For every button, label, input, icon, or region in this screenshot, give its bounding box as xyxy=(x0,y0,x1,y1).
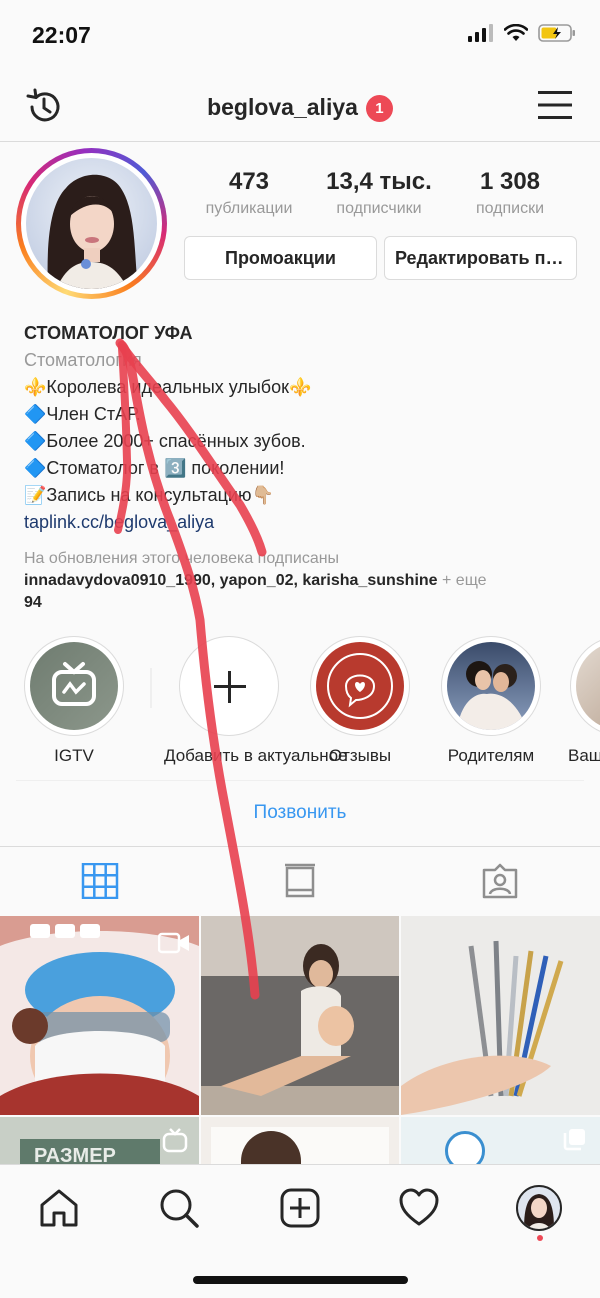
profile-tabs xyxy=(0,846,600,914)
igtv-post-icon xyxy=(162,1128,188,1153)
bio-line: ⚜️Королева идеальных улыбок⚜️ xyxy=(24,377,312,397)
bio-link[interactable]: taplink.cc/beglova_aliya xyxy=(24,509,584,536)
highlight-label: IGTV xyxy=(54,746,94,765)
heart-bubble-icon xyxy=(327,653,393,719)
stat-posts[interactable]: 473 публикации xyxy=(184,168,314,218)
posts-label: публикации xyxy=(205,200,293,217)
profile-tab-avatar[interactable] xyxy=(516,1185,562,1231)
post-thumbnail[interactable] xyxy=(201,1117,399,1164)
wifi-icon xyxy=(504,24,528,41)
highlight-divider xyxy=(150,668,152,708)
tagged-icon[interactable] xyxy=(480,863,520,899)
call-button[interactable]: Позвонить xyxy=(16,780,584,844)
highlight-label: Родителям xyxy=(447,746,535,765)
avatar-photo xyxy=(26,158,157,289)
profile-bio: СТОМАТОЛОГ УФА Стоматология ⚜️Королева и… xyxy=(24,320,584,536)
grid-icon[interactable] xyxy=(80,863,120,899)
profile-name: СТОМАТОЛОГ УФА xyxy=(24,323,193,343)
highlight-label: Отзывы xyxy=(328,746,392,765)
highlight-reviews[interactable]: Отзывы xyxy=(295,636,425,766)
parents-photo xyxy=(447,642,535,730)
promotions-button[interactable]: Промоакции xyxy=(184,236,377,280)
highlight-yours[interactable]: Ваши xyxy=(560,636,600,776)
carousel-icon xyxy=(563,1129,585,1151)
status-icons xyxy=(468,24,576,42)
followed-by-users: innadavydova0910_1990, yapon_02, karisha… xyxy=(24,572,438,589)
battery-icon xyxy=(538,24,575,42)
highlight-label: Ваши xyxy=(568,746,600,765)
profile-header: beglova_aliya 1 xyxy=(0,72,600,142)
heart-icon[interactable] xyxy=(398,1187,440,1229)
username-text: beglova_aliya xyxy=(207,94,358,120)
profile-category: Стоматология xyxy=(24,350,142,370)
post-thumbnail[interactable] xyxy=(201,916,399,1115)
followed-by[interactable]: На обновления этого человека подписаны i… xyxy=(24,548,584,614)
post-thumbnail[interactable] xyxy=(401,1117,600,1164)
profile-username[interactable]: beglova_aliya 1 xyxy=(0,94,600,122)
stat-followers[interactable]: 13,4 тыс. подписчики xyxy=(314,168,444,218)
new-post-icon[interactable] xyxy=(279,1187,321,1229)
followers-count: 13,4 тыс. xyxy=(326,168,432,195)
igtv-icon xyxy=(52,662,96,706)
bio-line: 🔷Стоматолог в 3️⃣ поколении! xyxy=(24,458,285,478)
search-icon[interactable] xyxy=(158,1187,200,1229)
bio-line: 📝Запись на консультацию👇🏼 xyxy=(24,485,274,505)
home-icon[interactable] xyxy=(38,1187,80,1229)
following-label: подписки xyxy=(475,200,545,217)
igtv-tab-icon[interactable] xyxy=(280,863,320,899)
highlight-igtv[interactable]: IGTV xyxy=(9,636,139,766)
notification-badge: 1 xyxy=(365,95,393,122)
edit-profile-button[interactable]: Редактировать профиль xyxy=(384,236,577,280)
posts-count: 473 xyxy=(228,168,270,195)
status-time: 22:07 xyxy=(32,22,91,48)
post-thumbnail[interactable] xyxy=(0,916,199,1115)
profile-avatar[interactable] xyxy=(16,148,167,299)
stat-following[interactable]: 1 308 подписки xyxy=(445,168,575,218)
followed-by-more: + еще xyxy=(437,572,487,589)
video-icon xyxy=(158,932,189,954)
followed-by-intro: На обновления этого человека подписаны xyxy=(24,550,340,567)
highlight-parents[interactable]: Родителям xyxy=(426,636,556,766)
bio-line: 🔷Член СтАР. xyxy=(24,404,141,424)
signal-icon xyxy=(468,24,493,42)
profile-notification-dot xyxy=(537,1235,543,1241)
following-count: 1 308 xyxy=(479,168,541,195)
home-indicator xyxy=(193,1276,408,1284)
menu-icon[interactable] xyxy=(538,90,572,120)
bio-line: 🔷Более 2000+ спасённых зубов. xyxy=(24,431,306,451)
plus-icon xyxy=(214,671,246,703)
followers-label: подписчики xyxy=(336,200,422,217)
post-thumbnail[interactable]: РАЗМЕР xyxy=(0,1117,199,1164)
post-thumbnail[interactable] xyxy=(401,916,600,1115)
highlight-label: Добавить в актуальное xyxy=(164,746,348,765)
followed-by-count: 94 xyxy=(24,594,42,611)
highlight-add[interactable]: Добавить в актуальное xyxy=(164,636,348,766)
